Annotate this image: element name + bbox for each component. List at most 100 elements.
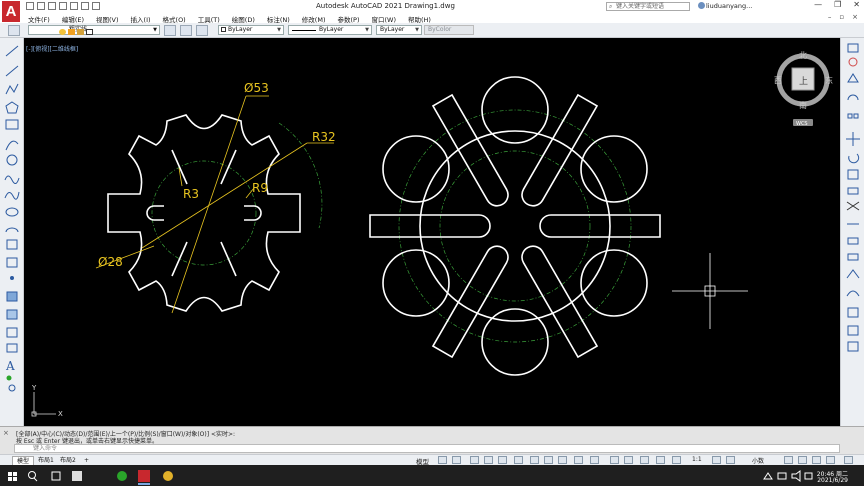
viewcube-west[interactable]: 西 xyxy=(774,76,782,85)
circle-icon[interactable] xyxy=(6,154,18,166)
auto-scale-icon[interactable] xyxy=(672,456,681,464)
point-icon[interactable] xyxy=(10,276,14,280)
isodraft-icon[interactable] xyxy=(498,456,507,464)
doc-close-icon[interactable]: × xyxy=(852,13,858,21)
lineweight-dropdown[interactable]: ByLayer ▼ xyxy=(376,25,422,35)
line-tool-icon[interactable] xyxy=(5,45,19,57)
app-logo[interactable]: A xyxy=(2,1,20,22)
autocad-taskbar-icon[interactable] xyxy=(138,470,150,482)
offset-icon[interactable] xyxy=(847,94,859,101)
annotation-monitor-icon[interactable] xyxy=(726,456,735,464)
tab-model[interactable]: 模型 xyxy=(12,456,35,465)
break-icon[interactable] xyxy=(847,237,859,245)
network-icon[interactable] xyxy=(777,472,787,480)
linetype-dropdown[interactable]: ByLayer ▼ xyxy=(288,25,372,35)
user-name[interactable]: liuduanyang... xyxy=(706,2,752,10)
polygon-icon[interactable] xyxy=(5,101,19,114)
quick-properties-icon[interactable] xyxy=(784,456,793,464)
scale-icon[interactable] xyxy=(847,169,859,180)
viewcube[interactable]: 上 北 南 东 西 WCS xyxy=(774,51,833,127)
table-icon[interactable] xyxy=(6,343,18,353)
3d-osnap-icon[interactable] xyxy=(590,456,599,464)
close-icon[interactable]: × xyxy=(3,429,9,437)
snap-icon[interactable] xyxy=(452,456,461,464)
print-icon[interactable] xyxy=(70,2,78,10)
region-icon[interactable] xyxy=(6,327,18,338)
dynamic-ucs-icon[interactable] xyxy=(610,456,619,464)
redo-icon[interactable] xyxy=(92,2,100,10)
plotstyle-dropdown[interactable]: ByColor xyxy=(424,25,474,35)
volume-icon[interactable] xyxy=(791,470,801,482)
task-view-icon[interactable] xyxy=(51,471,61,481)
selection-filter-icon[interactable] xyxy=(624,456,633,464)
layer-dropdown[interactable]: 粗实线 ▼ xyxy=(28,25,160,35)
mirror-icon[interactable] xyxy=(847,73,859,83)
file-explorer-icon[interactable] xyxy=(72,471,82,481)
make-block-icon[interactable] xyxy=(6,257,18,268)
explode-icon[interactable] xyxy=(847,325,859,336)
tray-expand-icon[interactable] xyxy=(763,472,773,480)
tab-layout2[interactable]: 布局2 xyxy=(56,456,80,465)
insert-block-icon[interactable] xyxy=(6,239,18,250)
clock-date[interactable]: 2021/6/29 xyxy=(817,477,848,484)
move-icon[interactable] xyxy=(846,132,860,146)
annotation-scale[interactable]: 1:1 xyxy=(692,456,702,463)
edit-polyline-icon[interactable] xyxy=(847,341,859,352)
layer-manager-icon[interactable] xyxy=(8,25,20,36)
viewcube-north[interactable]: 北 xyxy=(799,51,807,60)
revision-cloud-icon[interactable] xyxy=(4,175,20,184)
object-snap-icon[interactable] xyxy=(530,456,539,464)
chrome-icon[interactable] xyxy=(163,471,173,481)
more-tools-icon[interactable] xyxy=(8,384,16,392)
units-dropdown[interactable]: 小数 xyxy=(752,456,764,465)
selection-cycling-icon[interactable] xyxy=(574,456,583,464)
mtext-icon[interactable]: A xyxy=(5,359,15,373)
annotation-visibility-icon[interactable] xyxy=(656,456,665,464)
fillet-icon[interactable] xyxy=(846,290,860,297)
blend-icon[interactable] xyxy=(847,307,859,318)
model-space-button[interactable]: 模型 xyxy=(416,456,429,466)
viewcube-south[interactable]: 南 xyxy=(799,100,807,110)
doc-restore-icon[interactable]: ▫ xyxy=(839,13,844,21)
ime-icon[interactable] xyxy=(804,472,813,480)
object-snap-tracking-icon[interactable] xyxy=(514,456,523,464)
polyline-icon[interactable] xyxy=(5,83,19,95)
color-dropdown[interactable]: ByLayer ▼ xyxy=(218,25,284,35)
windows-start-icon[interactable] xyxy=(8,472,12,476)
customization-icon[interactable] xyxy=(844,456,853,464)
rotate-icon[interactable] xyxy=(848,153,860,164)
lineweight-icon[interactable] xyxy=(544,456,553,464)
erase-icon[interactable] xyxy=(847,43,859,53)
ellipse-arc-icon[interactable] xyxy=(5,227,19,233)
search-input[interactable]: ⌕ 键入关键字或短语 xyxy=(606,2,690,11)
polar-icon[interactable] xyxy=(484,456,493,464)
transparency-icon[interactable] xyxy=(558,456,567,464)
grid-icon[interactable] xyxy=(438,456,447,464)
isolate-objects-icon[interactable] xyxy=(812,456,821,464)
copy-icon[interactable] xyxy=(848,57,858,67)
workspace-gear-icon[interactable] xyxy=(712,456,721,464)
make-current-layer-icon[interactable] xyxy=(164,25,176,36)
save-icon[interactable] xyxy=(48,2,56,10)
close-icon[interactable]: ✕ xyxy=(853,0,860,9)
restore-icon[interactable]: ❐ xyxy=(834,0,841,9)
clean-screen-icon[interactable] xyxy=(826,456,835,464)
trim-icon[interactable] xyxy=(846,201,860,211)
user-icon[interactable] xyxy=(698,2,705,9)
rectangle-icon[interactable] xyxy=(5,119,19,130)
ortho-icon[interactable] xyxy=(470,456,479,464)
command-input[interactable]: 键入命令 xyxy=(14,444,840,453)
save-as-icon[interactable] xyxy=(59,2,67,10)
join-icon[interactable] xyxy=(847,253,859,261)
chamfer-icon[interactable] xyxy=(846,269,860,279)
open-file-icon[interactable] xyxy=(37,2,45,10)
doc-minimize-icon[interactable]: – xyxy=(828,13,832,21)
wechat-icon[interactable] xyxy=(117,471,127,481)
search-icon[interactable] xyxy=(28,471,36,479)
layer-previous-icon[interactable] xyxy=(180,25,192,36)
viewcube-east[interactable]: 东 xyxy=(825,75,833,85)
stretch-icon[interactable] xyxy=(847,187,859,195)
construction-line-icon[interactable] xyxy=(5,65,19,77)
new-file-icon[interactable] xyxy=(26,2,34,10)
drawing-canvas[interactable]: [-][俯视][二维线框] Ø53 R32 R3 R9 Ø28 Y X 上 北 … xyxy=(24,38,840,426)
